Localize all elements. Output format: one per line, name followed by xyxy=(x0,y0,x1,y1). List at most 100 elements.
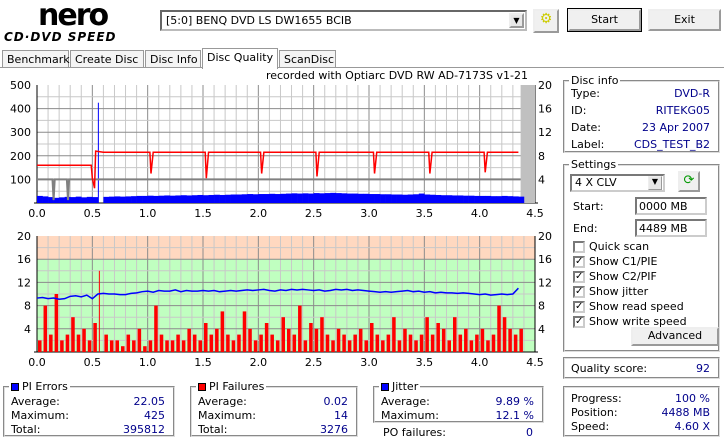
stat-value: 14 xyxy=(334,409,348,422)
pi-failure-bar xyxy=(497,305,501,352)
pi-failure-bar xyxy=(38,340,42,352)
pi-error-bar xyxy=(191,195,198,203)
checkbox-label: Show jitter xyxy=(589,285,649,298)
y2-tick-label: 4 xyxy=(538,173,545,186)
x-tick-label: 4.5 xyxy=(526,356,544,369)
pi-failure-bar xyxy=(154,305,158,352)
checkbox-box[interactable]: ✓ xyxy=(573,270,585,283)
refresh-icon[interactable]: ⟳ xyxy=(678,171,700,192)
y2-tick-label: 16 xyxy=(538,103,552,116)
start-button[interactable]: Start xyxy=(567,8,642,32)
checkbox-label: Quick scan xyxy=(589,240,650,253)
pi-error-bar xyxy=(302,193,309,203)
pi-failure-bar xyxy=(347,340,352,352)
pi-failure-bar xyxy=(115,340,119,352)
y2-tick-label: 4 xyxy=(538,323,545,336)
pi-failure-bar xyxy=(419,334,424,352)
checkbox-box[interactable] xyxy=(573,240,585,253)
pi-failure-bar xyxy=(121,346,125,352)
pi-failure-bar xyxy=(187,328,191,352)
pi-failure-bar xyxy=(93,323,97,352)
pi-failure-bar xyxy=(104,334,108,352)
pi-error-bar xyxy=(81,197,88,203)
pi-error-bar xyxy=(435,194,442,203)
checkbox-show-c2-pif[interactable]: ✓ Show C2/PIF xyxy=(573,270,657,283)
checkbox-box[interactable]: ✓ xyxy=(573,300,585,313)
end-label: End: xyxy=(573,222,598,235)
x-tick-label: 0.5 xyxy=(84,356,102,369)
pi-failure-bar xyxy=(336,328,341,352)
pi-failure-bar xyxy=(303,340,308,352)
pi-error-bar xyxy=(286,193,292,203)
tab-disc-quality[interactable]: Disc Quality xyxy=(202,48,278,69)
y-tick-label: 300 xyxy=(10,126,31,139)
pi-error-bar xyxy=(120,196,126,203)
stat-value: DVD-R xyxy=(674,87,710,100)
exit-button[interactable]: Exit xyxy=(648,9,721,31)
y2-tick-label: 8 xyxy=(538,300,545,313)
stat-value: 425 xyxy=(144,409,165,422)
pi-failure-bar xyxy=(287,328,291,352)
pi-error-bar xyxy=(103,196,110,203)
stat-label: Average: xyxy=(11,395,60,408)
quality-score-label: Quality score: xyxy=(571,362,648,375)
pi-error-bar xyxy=(37,195,43,203)
stat-value: RITEKG05 xyxy=(655,104,710,117)
speed-select-value: 4 X CLV xyxy=(575,176,617,189)
checkbox-show-read-speed[interactable]: ✓ Show read speed xyxy=(573,300,684,313)
pi-error-bar xyxy=(463,195,469,203)
checkbox-show-c1-pie[interactable]: ✓ Show C1/PIE xyxy=(573,255,657,268)
checkbox-show-jitter[interactable]: ✓ Show jitter xyxy=(573,285,648,298)
settings-group: Settings 4 X CLV ▼ ⟳ Start: 0000 MB End: … xyxy=(563,158,720,352)
start-input[interactable]: 0000 MB xyxy=(635,197,707,215)
stat-label: Speed: xyxy=(571,420,610,433)
pi-error-bar xyxy=(92,197,99,203)
chevron-down-icon[interactable]: ▼ xyxy=(648,176,662,190)
y2-tick-label: 8 xyxy=(538,150,545,163)
pi-error-bar xyxy=(164,195,171,203)
speed-select[interactable]: 4 X CLV ▼ xyxy=(570,174,665,192)
y-tick-label: 20 xyxy=(17,230,31,243)
po-failures-row: PO failures: 0 xyxy=(383,426,533,439)
x-tick-label: 3.5 xyxy=(416,356,434,369)
pi-failures-title: PI Failures xyxy=(209,380,265,393)
pi-error-bar xyxy=(97,102,99,203)
checkbox-quick-scan[interactable]: Quick scan xyxy=(573,240,649,253)
pi-failure-bar xyxy=(386,334,391,352)
pi-failure-bar xyxy=(49,334,53,352)
pi-failure-bar xyxy=(320,317,324,352)
pi-failure-bar xyxy=(425,317,429,352)
x-tick-label: 0.0 xyxy=(28,356,46,369)
stat-label: Maximum: xyxy=(381,409,439,422)
pi-failure-bar xyxy=(165,340,169,352)
x-tick-label: 1.0 xyxy=(139,356,157,369)
end-input[interactable]: 4489 MB xyxy=(635,219,707,237)
pi-failure-bar xyxy=(508,328,512,352)
checkbox-box[interactable]: ✓ xyxy=(573,255,585,268)
pi-error-bar xyxy=(308,193,314,203)
pi-failure-bar xyxy=(109,340,114,352)
pi-failure-bar xyxy=(292,334,297,352)
x-tick-label: 2.5 xyxy=(305,356,323,369)
checkbox-box[interactable]: ✓ xyxy=(573,285,585,298)
pi-error-bar xyxy=(479,195,486,203)
pi-failure-bar xyxy=(441,328,446,352)
pi-failure-bar xyxy=(192,334,197,352)
pi-error-bar xyxy=(324,193,331,203)
x-tick-label: 3.0 xyxy=(360,207,378,220)
disc-info-group: Disc info Type: DVD-R ID: RITEKG05 Date: 23 A… xyxy=(563,74,720,153)
pi-error-bar xyxy=(407,194,414,203)
stat-label: Average: xyxy=(198,395,247,408)
pi-error-bar xyxy=(203,195,209,203)
pi-failure-bar xyxy=(475,334,479,352)
pi-error-bar xyxy=(380,194,386,203)
checkbox-box[interactable]: ✓ xyxy=(573,315,585,328)
pi-failure-bar xyxy=(436,323,440,352)
pi-error-bar xyxy=(518,196,525,203)
start-label: Start: xyxy=(573,200,604,213)
pi-failure-bar xyxy=(358,328,363,352)
pi-error-bar xyxy=(512,196,519,203)
advanced-button[interactable]: Advanced xyxy=(631,327,719,346)
pi-error-bar xyxy=(457,195,464,203)
pi-error-bar xyxy=(501,195,508,203)
